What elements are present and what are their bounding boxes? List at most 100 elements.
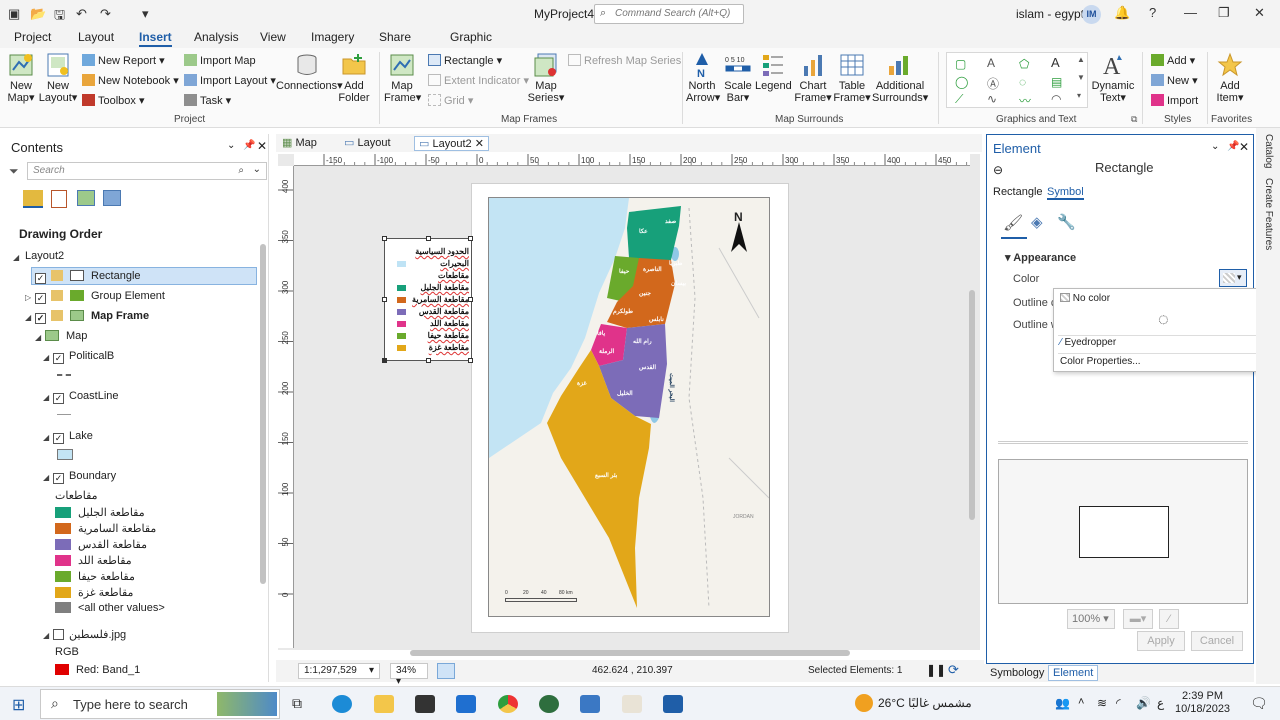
grid-button[interactable]: Grid ▾ (428, 94, 473, 107)
tab-catalog[interactable]: Catalog (1263, 134, 1274, 168)
horizontal-scrollbar[interactable] (410, 650, 850, 656)
checkbox-checked[interactable]: ✓ (53, 393, 64, 404)
tab-graphic[interactable]: Graphic (450, 30, 492, 44)
windows-start-icon[interactable]: ⊞ (12, 695, 25, 715)
media-player-icon[interactable] (622, 695, 642, 713)
preview-zoom-select[interactable]: 100% ▾ (1067, 609, 1115, 629)
search-input[interactable]: Search ⌕ ⌄ (27, 162, 267, 180)
tab-element[interactable]: Element (1048, 665, 1099, 681)
checkbox-checked[interactable]: ✓ (53, 473, 64, 484)
checkbox-checked[interactable]: ✓ (35, 273, 46, 284)
edge-icon[interactable] (332, 695, 352, 713)
help-button[interactable]: ? (1149, 5, 1156, 20)
checkbox-checked[interactable]: ✓ (35, 293, 46, 304)
list-by-selection-icon[interactable] (77, 190, 95, 206)
import-map-button[interactable]: Import Map (184, 54, 256, 67)
clock[interactable]: 2:39 PM 10/18/2023 (1175, 690, 1230, 716)
mail-icon[interactable] (456, 695, 476, 713)
class-item[interactable]: مقاطعة القدس (55, 538, 147, 551)
chart-frame-button[interactable]: Chart Frame▾ (793, 52, 833, 104)
redo-icon[interactable]: ↷ (100, 6, 111, 22)
close-icon[interactable]: ✕ (257, 139, 267, 153)
class-item[interactable]: مقاطعة السامرية (55, 522, 156, 535)
tab-layout[interactable]: Layout (78, 30, 114, 44)
resize-handle[interactable] (468, 236, 473, 241)
qgis-icon[interactable] (539, 695, 559, 713)
refresh-icon[interactable]: ⟳ (948, 662, 959, 678)
close-icon[interactable]: ✕ (475, 138, 484, 150)
freehand-icon[interactable]: 〰 (1019, 92, 1031, 109)
table-frame-button[interactable]: Table Frame▾ (832, 52, 872, 104)
restore-icon[interactable]: ❐ (1218, 5, 1230, 21)
pin-icon[interactable]: 📌 (243, 140, 255, 151)
text-icon[interactable]: A (1051, 55, 1060, 70)
resize-handle[interactable] (468, 358, 473, 363)
tree-item-map-frame[interactable]: ✓ Map Frame (35, 310, 149, 324)
cancel-button[interactable]: Cancel (1191, 631, 1243, 651)
tree-item-raster[interactable]: فلسطين.jpg (53, 628, 126, 641)
pause-icon[interactable]: ❚❚ (926, 663, 946, 677)
arc-icon[interactable]: ◠ (1051, 92, 1061, 106)
pane-menu-icon[interactable]: ⌄ (1211, 141, 1219, 152)
resize-handle[interactable] (426, 358, 431, 363)
tab-layout-view[interactable]: ▭ Layout (344, 136, 391, 149)
expand-icon[interactable]: ▷ (25, 293, 31, 302)
style-add-button[interactable]: Add ▾ (1151, 54, 1195, 67)
toolbox-button[interactable]: Toolbox ▾ (82, 94, 145, 107)
scale-selector[interactable]: 1:1,297,529 ▾ (298, 663, 380, 679)
connections-button[interactable]: Connections▾ (276, 52, 343, 92)
map-frame-button[interactable]: Map Frame▾ (384, 52, 421, 104)
tab-symbol[interactable]: Symbol (1047, 186, 1084, 200)
scrollbar[interactable] (260, 244, 266, 584)
line-icon[interactable]: ⟋ (955, 92, 963, 107)
checkbox-checked[interactable]: ✓ (53, 433, 64, 444)
tree-item-group-element[interactable]: ✓ Group Element (35, 290, 165, 304)
network-icon[interactable]: ≋ (1097, 696, 1107, 710)
chevron-down-icon[interactable]: ⌄ (253, 164, 261, 175)
lock-icon[interactable] (51, 290, 63, 301)
store-icon[interactable] (415, 695, 435, 713)
graphics-gallery[interactable]: ▢ A ⬠ A ◯ Ⓐ ◌ ▤ ⟋ ∿ 〰 ◠ ▲ ▼ ▾ (946, 52, 1088, 108)
polygon-symbol[interactable] (57, 449, 73, 460)
scale-bar-button[interactable]: 0 5 10 Scale Bar▾ (722, 52, 754, 104)
text-box-icon[interactable]: A (987, 56, 995, 70)
tab-imagery[interactable]: Imagery (311, 30, 354, 44)
collapse-icon[interactable]: ◢ (35, 333, 41, 342)
back-icon[interactable]: ⊖ (993, 163, 1003, 177)
tree-item-boundary[interactable]: ✓ Boundary (53, 470, 116, 484)
class-swatch[interactable] (55, 571, 71, 582)
language-icon[interactable]: ع (1157, 696, 1164, 710)
gallery-down-icon[interactable]: ▼ (1077, 73, 1085, 82)
open-project-icon[interactable]: 📂 (30, 6, 46, 22)
lock-icon[interactable] (51, 270, 63, 281)
task-button[interactable]: Task ▾ (184, 94, 231, 107)
apply-button[interactable]: Apply (1137, 631, 1185, 651)
collapse-icon[interactable]: ◢ (43, 393, 49, 402)
tab-layout2[interactable]: ▭ Layout2 ✕ (414, 136, 489, 151)
avatar[interactable]: IM (1082, 5, 1101, 24)
new-report-button[interactable]: New Report ▾ (82, 54, 165, 67)
volume-icon[interactable]: 🔊 (1136, 696, 1151, 710)
command-search-input[interactable]: ⌕ Command Search (Alt+Q) (594, 4, 744, 24)
class-swatch[interactable] (55, 587, 71, 598)
dynamic-text-button[interactable]: A Dynamic Text▾ (1090, 52, 1136, 104)
resize-handle[interactable] (382, 236, 387, 241)
new-layout-button[interactable]: New Layout▾ (38, 52, 78, 104)
file-explorer-icon[interactable] (374, 695, 394, 713)
checkbox-checked[interactable]: ✓ (35, 313, 46, 324)
tab-map[interactable]: ▦ Map (282, 136, 317, 149)
map-series-button[interactable]: Map Series▾ (526, 52, 566, 104)
tree-item-lake[interactable]: ✓ Lake (53, 430, 93, 444)
minimize-icon[interactable]: — (1184, 5, 1197, 20)
gallery-more-icon[interactable]: ▾ (1077, 91, 1081, 100)
class-item[interactable]: مقاطعة اللد (55, 554, 132, 567)
people-icon[interactable]: 👥 (1055, 696, 1070, 710)
north-arrow-button[interactable]: N North Arrow▾ (686, 52, 720, 104)
class-item[interactable]: مقاطعة حيفا (55, 570, 135, 583)
chrome-icon[interactable] (498, 695, 518, 713)
legend-button[interactable]: Legend (755, 52, 792, 92)
class-item[interactable]: مقاطعة غزة (55, 586, 133, 599)
resize-handle[interactable] (382, 297, 387, 302)
save-icon[interactable]: 🖫 (54, 6, 65, 28)
rectangle-button[interactable]: Rectangle ▾ (428, 54, 502, 67)
